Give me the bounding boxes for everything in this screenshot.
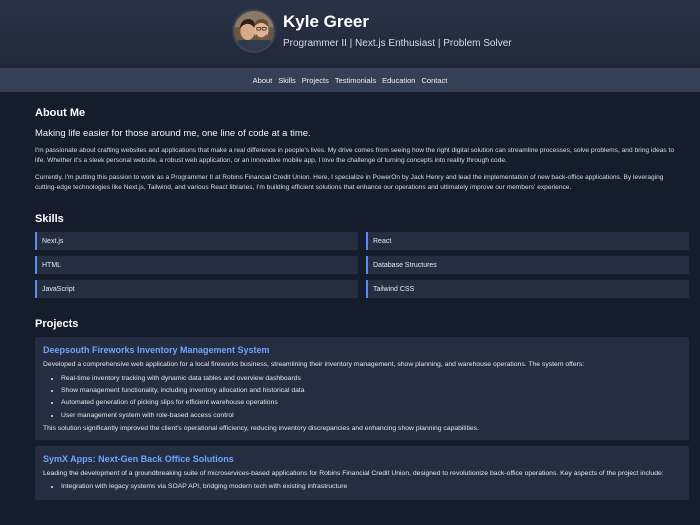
site-owner-name: Kyle Greer [283,12,369,31]
main-nav: About Skills Projects Testimonials Educa… [0,68,700,92]
skills-heading: Skills [35,213,64,226]
nav-link-projects[interactable]: Projects [302,76,329,85]
about-paragraph: I'm passionate about crafting websites a… [35,147,675,165]
avatar [232,9,276,53]
project-feature-list: Integration with legacy systems via SOAP… [43,481,681,493]
skills-grid: Next.js React HTML Database Structures J… [35,232,689,299]
projects-heading: Projects [35,318,79,331]
site-header: Kyle Greer Programmer II | Next.js Enthu… [0,0,700,68]
about-lead: Making life easier for those around me, … [35,128,311,139]
nav-link-education[interactable]: Education [382,76,415,85]
about-section: About Me Making life easier for those ar… [35,107,689,193]
about-paragraph: Currently, I'm putting this passion to w… [35,173,664,191]
skill-item: JavaScript [35,280,358,299]
list-item: Real-time inventory tracking with dynami… [61,373,681,385]
project-summary: This solution significantly improved the… [43,424,479,432]
list-item: Automated generation of picking slips fo… [61,397,681,409]
list-item: Integration with legacy systems via SOAP… [61,481,681,493]
main-content: About Me Making life easier for those ar… [0,107,700,500]
skill-item: Tailwind CSS [366,280,689,299]
nav-link-skills[interactable]: Skills [278,76,296,85]
projects-section: Projects Deepsouth Fireworks Inventory M… [35,318,689,500]
project-title: SymX Apps: Next-Gen Back Office Solution… [43,453,234,464]
project-card: Deepsouth Fireworks Inventory Management… [35,337,689,440]
header-text: Kyle Greer Programmer II | Next.js Enthu… [283,12,512,50]
project-card: SymX Apps: Next-Gen Back Office Solution… [35,445,689,500]
project-feature-list: Real-time inventory tracking with dynami… [43,373,681,422]
project-description: Developed a comprehensive web applicatio… [43,361,585,369]
list-item: Show management functionality, including… [61,385,681,397]
nav-link-about[interactable]: About [253,76,273,85]
nav-link-contact[interactable]: Contact [421,76,447,85]
project-title: Deepsouth Fireworks Inventory Management… [43,345,270,356]
list-item: User management system with role-based a… [61,410,681,422]
project-description: Leading the development of a groundbreak… [43,469,664,477]
about-heading: About Me [35,107,86,119]
skill-item: Next.js [35,232,358,251]
nav-link-testimonials[interactable]: Testimonials [335,76,376,85]
skill-item: React [366,232,689,251]
site-tagline: Programmer II | Next.js Enthusiast | Pro… [283,38,512,49]
skill-item: Database Structures [366,256,689,275]
skill-item: HTML [35,256,358,275]
skills-section: Skills Next.js React HTML Database Struc… [35,213,689,299]
